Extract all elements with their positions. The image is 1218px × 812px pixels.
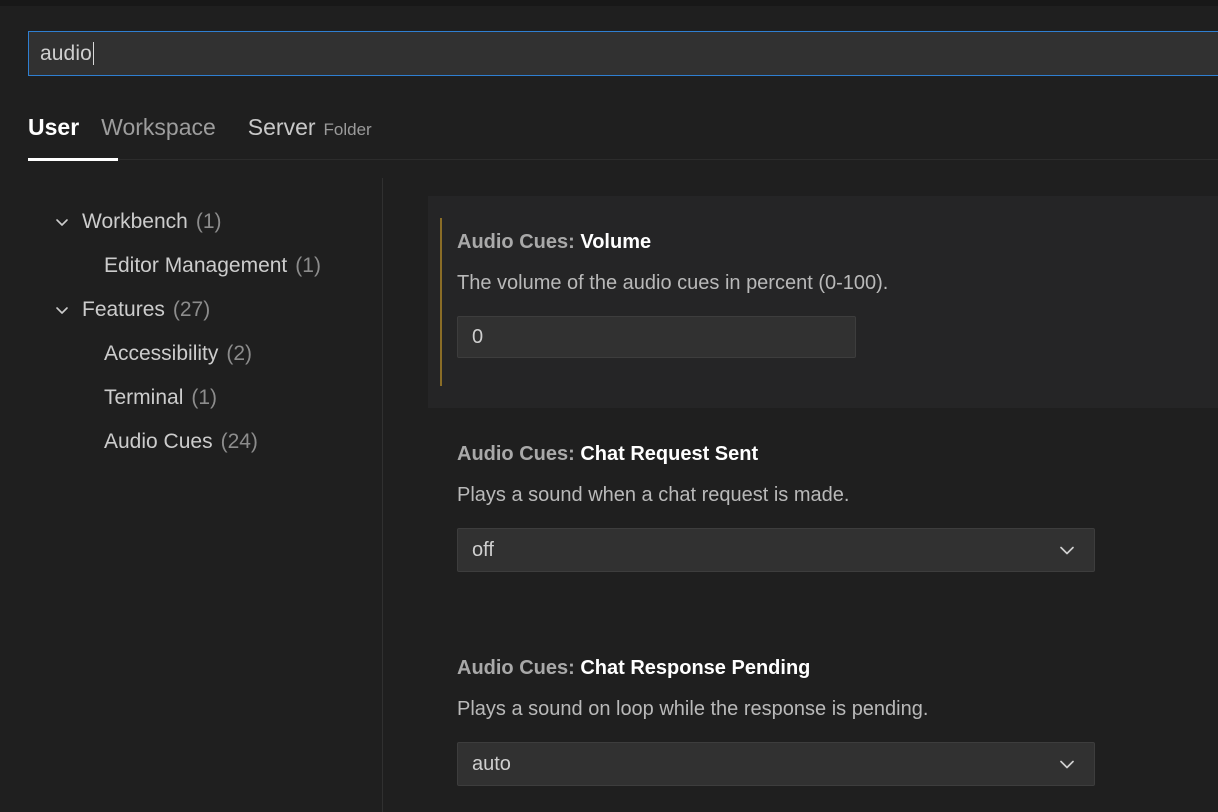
sidebar-item-accessibility[interactable]: Accessibility (2) — [0, 332, 382, 376]
sidebar-item-label: Terminal — [104, 386, 184, 409]
tab-folder[interactable]: Folder — [324, 120, 372, 140]
chevron-down-icon — [1056, 753, 1078, 775]
settings-body: Workbench (1) Editor Management (1) Feat… — [0, 168, 1218, 812]
settings-list: Audio Cues: Volume The volume of the aud… — [382, 168, 1218, 812]
setting-row-audio-cues-chat-request-sent[interactable]: Audio Cues: Chat Request Sent Plays a so… — [428, 408, 1218, 622]
setting-description: Plays a sound on loop while the response… — [457, 698, 929, 720]
sidebar-item-terminal[interactable]: Terminal (1) — [0, 376, 382, 420]
tab-user[interactable]: User — [28, 114, 79, 141]
sidebar-item-count: (24) — [220, 430, 258, 453]
setting-value: 0 — [472, 325, 484, 348]
settings-search-row: audio — [0, 6, 1218, 84]
active-tab-indicator — [28, 158, 118, 161]
sidebar-item-label: Accessibility — [104, 342, 219, 365]
sidebar-item-features[interactable]: Features (27) — [0, 288, 382, 332]
sidebar-item-count: (27) — [172, 298, 211, 321]
setting-category: Audio Cues: — [457, 657, 581, 679]
settings-editor: audio User Workspace Server Folder Workb… — [0, 0, 1218, 812]
tab-server[interactable]: Server — [248, 114, 316, 141]
setting-value: auto — [472, 752, 511, 775]
settings-tree: Workbench (1) Editor Management (1) Feat… — [0, 200, 382, 464]
setting-title: Audio Cues: Chat Response Pending — [457, 656, 1218, 680]
setting-title: Audio Cues: Chat Request Sent — [457, 442, 1218, 466]
chevron-down-icon — [52, 212, 82, 232]
setting-select-dropdown[interactable]: off — [457, 528, 1095, 572]
sidebar-item-audio-cues[interactable]: Audio Cues (24) — [0, 420, 382, 464]
setting-row-audio-cues-chat-response-pending[interactable]: Audio Cues: Chat Response Pending Plays … — [428, 622, 1218, 812]
sidebar-item-label: Features — [82, 298, 165, 321]
setting-row-audio-cues-volume[interactable]: Audio Cues: Volume The volume of the aud… — [428, 196, 1218, 408]
sidebar-item-label: Editor Management — [104, 254, 288, 277]
sidebar-item-count: (1) — [191, 386, 218, 409]
setting-select-dropdown[interactable]: auto — [457, 742, 1095, 786]
chevron-down-icon — [52, 300, 82, 320]
search-input[interactable]: audio — [28, 31, 1218, 76]
sidebar-item-label: Workbench — [82, 210, 188, 233]
sidebar-item-count: (2) — [226, 342, 253, 365]
sidebar-item-count: (1) — [195, 210, 222, 233]
setting-value: off — [472, 538, 494, 561]
sidebar-item-workbench[interactable]: Workbench (1) — [0, 200, 382, 244]
setting-key: Volume — [580, 231, 652, 253]
setting-key: Chat Response Pending — [580, 657, 811, 679]
modified-indicator — [440, 218, 442, 386]
sidebar-item-editor-management[interactable]: Editor Management (1) — [0, 244, 382, 288]
tab-workspace[interactable]: Workspace — [101, 114, 232, 141]
setting-number-input[interactable]: 0 — [457, 316, 856, 358]
setting-category: Audio Cues: — [457, 231, 581, 253]
sidebar-item-label: Audio Cues — [104, 430, 213, 453]
setting-key: Chat Request Sent — [580, 443, 759, 465]
setting-description: Plays a sound when a chat request is mad… — [457, 484, 850, 506]
chevron-down-icon — [1056, 539, 1078, 561]
setting-title: Audio Cues: Volume — [457, 230, 1218, 254]
setting-description: The volume of the audio cues in percent … — [457, 272, 889, 294]
search-input-value: audio — [40, 42, 92, 65]
setting-category: Audio Cues: — [457, 443, 581, 465]
tab-bar-baseline — [118, 159, 1218, 160]
settings-toc-sidebar: Workbench (1) Editor Management (1) Feat… — [0, 168, 382, 812]
settings-scope-tabs: User Workspace Server Folder — [0, 84, 1218, 168]
sidebar-item-count: (1) — [295, 254, 321, 277]
text-cursor — [92, 42, 94, 65]
